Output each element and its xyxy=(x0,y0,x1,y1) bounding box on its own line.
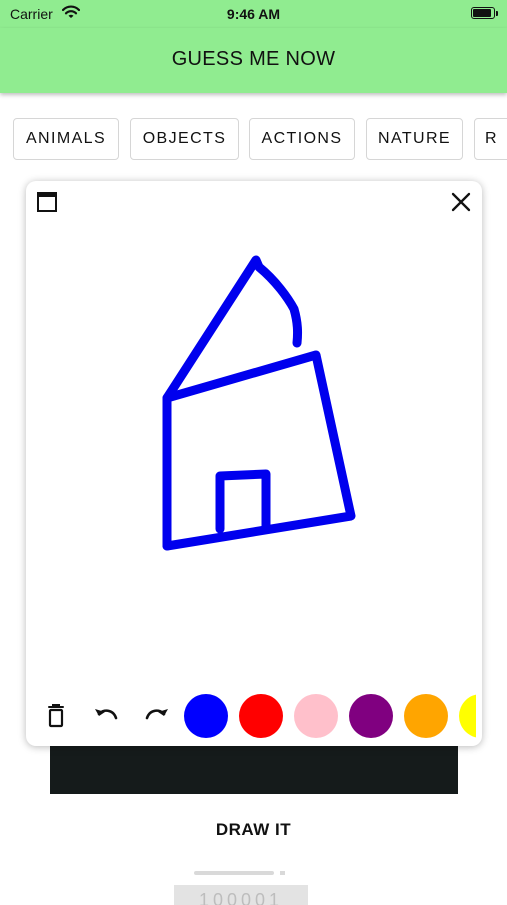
drawing-area[interactable] xyxy=(26,221,482,681)
color-swatch-pink[interactable] xyxy=(294,694,338,738)
house-drawing xyxy=(162,255,356,551)
color-palette xyxy=(184,692,476,738)
tab-actions[interactable]: ACTIONS xyxy=(249,118,355,160)
app-title: GUESS ME NOW xyxy=(171,48,336,70)
color-swatch-red[interactable] xyxy=(239,694,283,738)
code-preview: 100001 xyxy=(174,885,308,905)
tab-more[interactable]: R xyxy=(474,118,507,160)
color-swatch-orange[interactable] xyxy=(404,694,448,738)
drawing-canvas-card xyxy=(26,181,482,746)
hidden-drawing-board xyxy=(50,746,458,794)
battery-icon xyxy=(471,7,498,19)
category-tabs: ANIMALS OBJECTS ACTIONS NATURE R xyxy=(13,118,507,162)
progress-track xyxy=(194,871,274,875)
undo-icon[interactable] xyxy=(92,701,122,731)
color-swatch-purple[interactable] xyxy=(349,694,393,738)
fullscreen-icon[interactable] xyxy=(36,191,58,213)
progress-dot xyxy=(280,871,285,875)
clock: 9:46 AM xyxy=(226,6,281,22)
app-header: GUESS ME NOW xyxy=(0,28,507,93)
tab-nature[interactable]: NATURE xyxy=(366,118,463,160)
color-swatch-yellow[interactable] xyxy=(459,694,476,738)
tab-objects[interactable]: OBJECTS xyxy=(130,118,239,160)
trash-icon[interactable] xyxy=(41,701,71,731)
close-icon[interactable] xyxy=(450,191,472,213)
draw-it-button[interactable]: DRAW IT xyxy=(0,820,507,840)
redo-icon[interactable] xyxy=(141,701,171,731)
status-bar: Carrier 9:46 AM xyxy=(0,0,507,28)
tab-animals[interactable]: ANIMALS xyxy=(13,118,119,160)
color-swatch-blue[interactable] xyxy=(184,694,228,738)
